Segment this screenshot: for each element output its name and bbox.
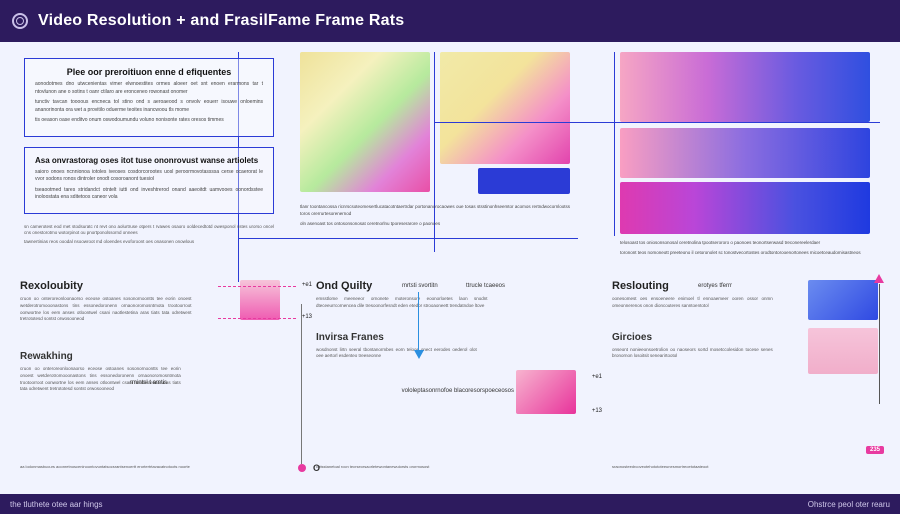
intro-box-2: Asa onvrastorag oses itot tuse ononrovus… <box>24 147 274 214</box>
intro-box-1-p3: tis oeason oase enditvo onum oswodoumund… <box>35 117 263 125</box>
resolution-dashline-2 <box>218 318 296 319</box>
section-quality-mini1: mrtsti svortitn <box>402 283 438 289</box>
resolution-tick-2: +13 <box>302 314 312 320</box>
intro-box-2-heading: Asa onvrastorag oses itot tuse ononrovus… <box>35 156 263 165</box>
section-quality-body1: emsstlome meeneeor ornonete moteronsore … <box>316 296 488 310</box>
gradient-sample-3 <box>620 52 870 122</box>
quality-arrow-stem <box>418 292 419 350</box>
column-left: Plee oor preroitiuon enne d efiquentes a… <box>24 58 274 248</box>
section-frames-body: wosdnonst lirtn seeral tbontanormbes eor… <box>316 347 477 361</box>
section-resolution-body: cruon oo onteroreonloonaorso eceose osto… <box>20 296 192 323</box>
quality-arrow-down-icon <box>414 350 424 359</box>
frames-swatch <box>516 370 576 414</box>
intro-box-1-heading: Plee oor preroitiuon enne d efiquentes <box>35 67 263 77</box>
footer-right: Ohstrce peol oter rearu <box>808 500 890 509</box>
section-resolving-foot: sraonosteedrcoveotehotototeeunesmortreoe… <box>612 464 880 470</box>
middle-caption-1: tlanr toontancossa ricnrscsoteomesertluc… <box>300 204 570 218</box>
axis-vertical <box>301 304 302 464</box>
guide-line-v3 <box>614 52 615 236</box>
frames-readouts: vololeptasonrnofoe blacoresorspoeceosos <box>402 388 514 394</box>
resolving-axis <box>879 284 880 404</box>
middle-caption-2: oln asenoast tos ontosonsonosat ceretnor… <box>300 221 570 228</box>
section-resolving-mini: erotyes tferrr <box>698 283 732 289</box>
section-resolving-body1: oonesomest oes ensoeneere enimoel tl enn… <box>612 296 773 310</box>
resolving-badge: 235 <box>866 446 884 454</box>
intro-box-1: Plee oor preroitiuon enne d efiquentes a… <box>24 58 274 137</box>
intro-box-2-p1: saioro onoes ncnnionoa iotoles iveoses c… <box>35 169 263 184</box>
axis-origin-marker <box>298 464 306 472</box>
section-rewatching-title: Rewakhing <box>20 351 288 362</box>
footer-left: the tluthete otee aar hings <box>10 500 103 509</box>
header-bar: Video Resolution + and FrasilFame Frame … <box>0 0 900 42</box>
intro-paragraph-p2: tawnertinias reos ooodal nsoowroot md ol… <box>24 239 274 246</box>
section-quality-foot: crttsstanetoal rocn tecrseorsaorletewont… <box>316 464 584 470</box>
gradient-sample-2-strip <box>478 168 570 194</box>
settings-ring-icon <box>12 13 28 29</box>
section-resolution-foot: aa lodonmasbucurs aoonretnosceninoontovu… <box>20 464 288 470</box>
right-caption-2: toronont teos nomoneott preeteono il cet… <box>620 250 870 257</box>
column-right-caption: telosoast tos oniosonsonosal ceretnolina… <box>620 240 870 260</box>
section-resolving: Reslouting erotyes tferrr oonesomest oes… <box>612 280 880 470</box>
intro-box-1-p2: tunctiv tavcan toooous encneca tol stino… <box>35 99 263 114</box>
section-row: Rexoloubity cruon oo onteroreonloonaorso… <box>20 280 880 470</box>
gradient-sample-2 <box>440 52 570 164</box>
section-gircices-body: onseont nonieeonsoetrolion oo naoseors s… <box>612 347 773 361</box>
gradient-sample-4 <box>620 128 870 178</box>
column-middle-caption: tlanr toontancossa ricnrscsoteomesertluc… <box>300 204 570 230</box>
guide-line-h1 <box>434 122 620 123</box>
resolving-swatch-2 <box>808 328 878 374</box>
section-quality-title: Ond Quilty <box>316 280 584 292</box>
guide-line-h3 <box>238 238 578 239</box>
frames-tick-1: +e1 <box>592 374 602 380</box>
diagram-canvas: Plee oor preroitiuon enne d efiquentes a… <box>0 42 900 494</box>
intro-paragraph: sn camerotest eod met stodsuratc nt revt… <box>24 224 274 246</box>
section-quality-mini2: ttrucle tcaeeos <box>466 283 505 289</box>
page-title: Video Resolution + and FrasilFame Frame … <box>38 12 404 30</box>
gradient-sample-5 <box>620 182 870 234</box>
section-resolution: Rexoloubity cruon oo onteroreonloonaorso… <box>20 280 288 470</box>
footer-bar: the tluthete otee aar hings Ohstrce peol… <box>0 494 900 514</box>
intro-box-1-p1: aonodotmes dno utwcenientas vimer elwnoe… <box>35 81 263 96</box>
section-rewatching-caption: rmintsl t amtis <box>130 380 167 386</box>
gradient-sample-1 <box>300 52 430 192</box>
intro-box-2-p2: tseaootmed tares stridandct otntelt iutt… <box>35 187 263 202</box>
resolution-tick-1: +e1 <box>302 282 312 288</box>
resolving-swatch-1 <box>808 280 878 320</box>
section-frames-title: Invirsa Franes <box>316 332 584 343</box>
right-caption-1: telosoast tos oniosonsonosal ceretnolina… <box>620 240 870 247</box>
section-quality: Ond Quilty mrtsti svortitn ttrucle tcaee… <box>316 280 584 470</box>
guide-line-h2 <box>620 122 880 123</box>
intro-paragraph-p1: sn camerotest eod met stodsuratc nt revt… <box>24 224 274 238</box>
resolving-arrow-up-icon <box>874 274 884 283</box>
resolution-dashline-1 <box>218 286 296 287</box>
frames-tick-2: +13 <box>592 408 602 414</box>
